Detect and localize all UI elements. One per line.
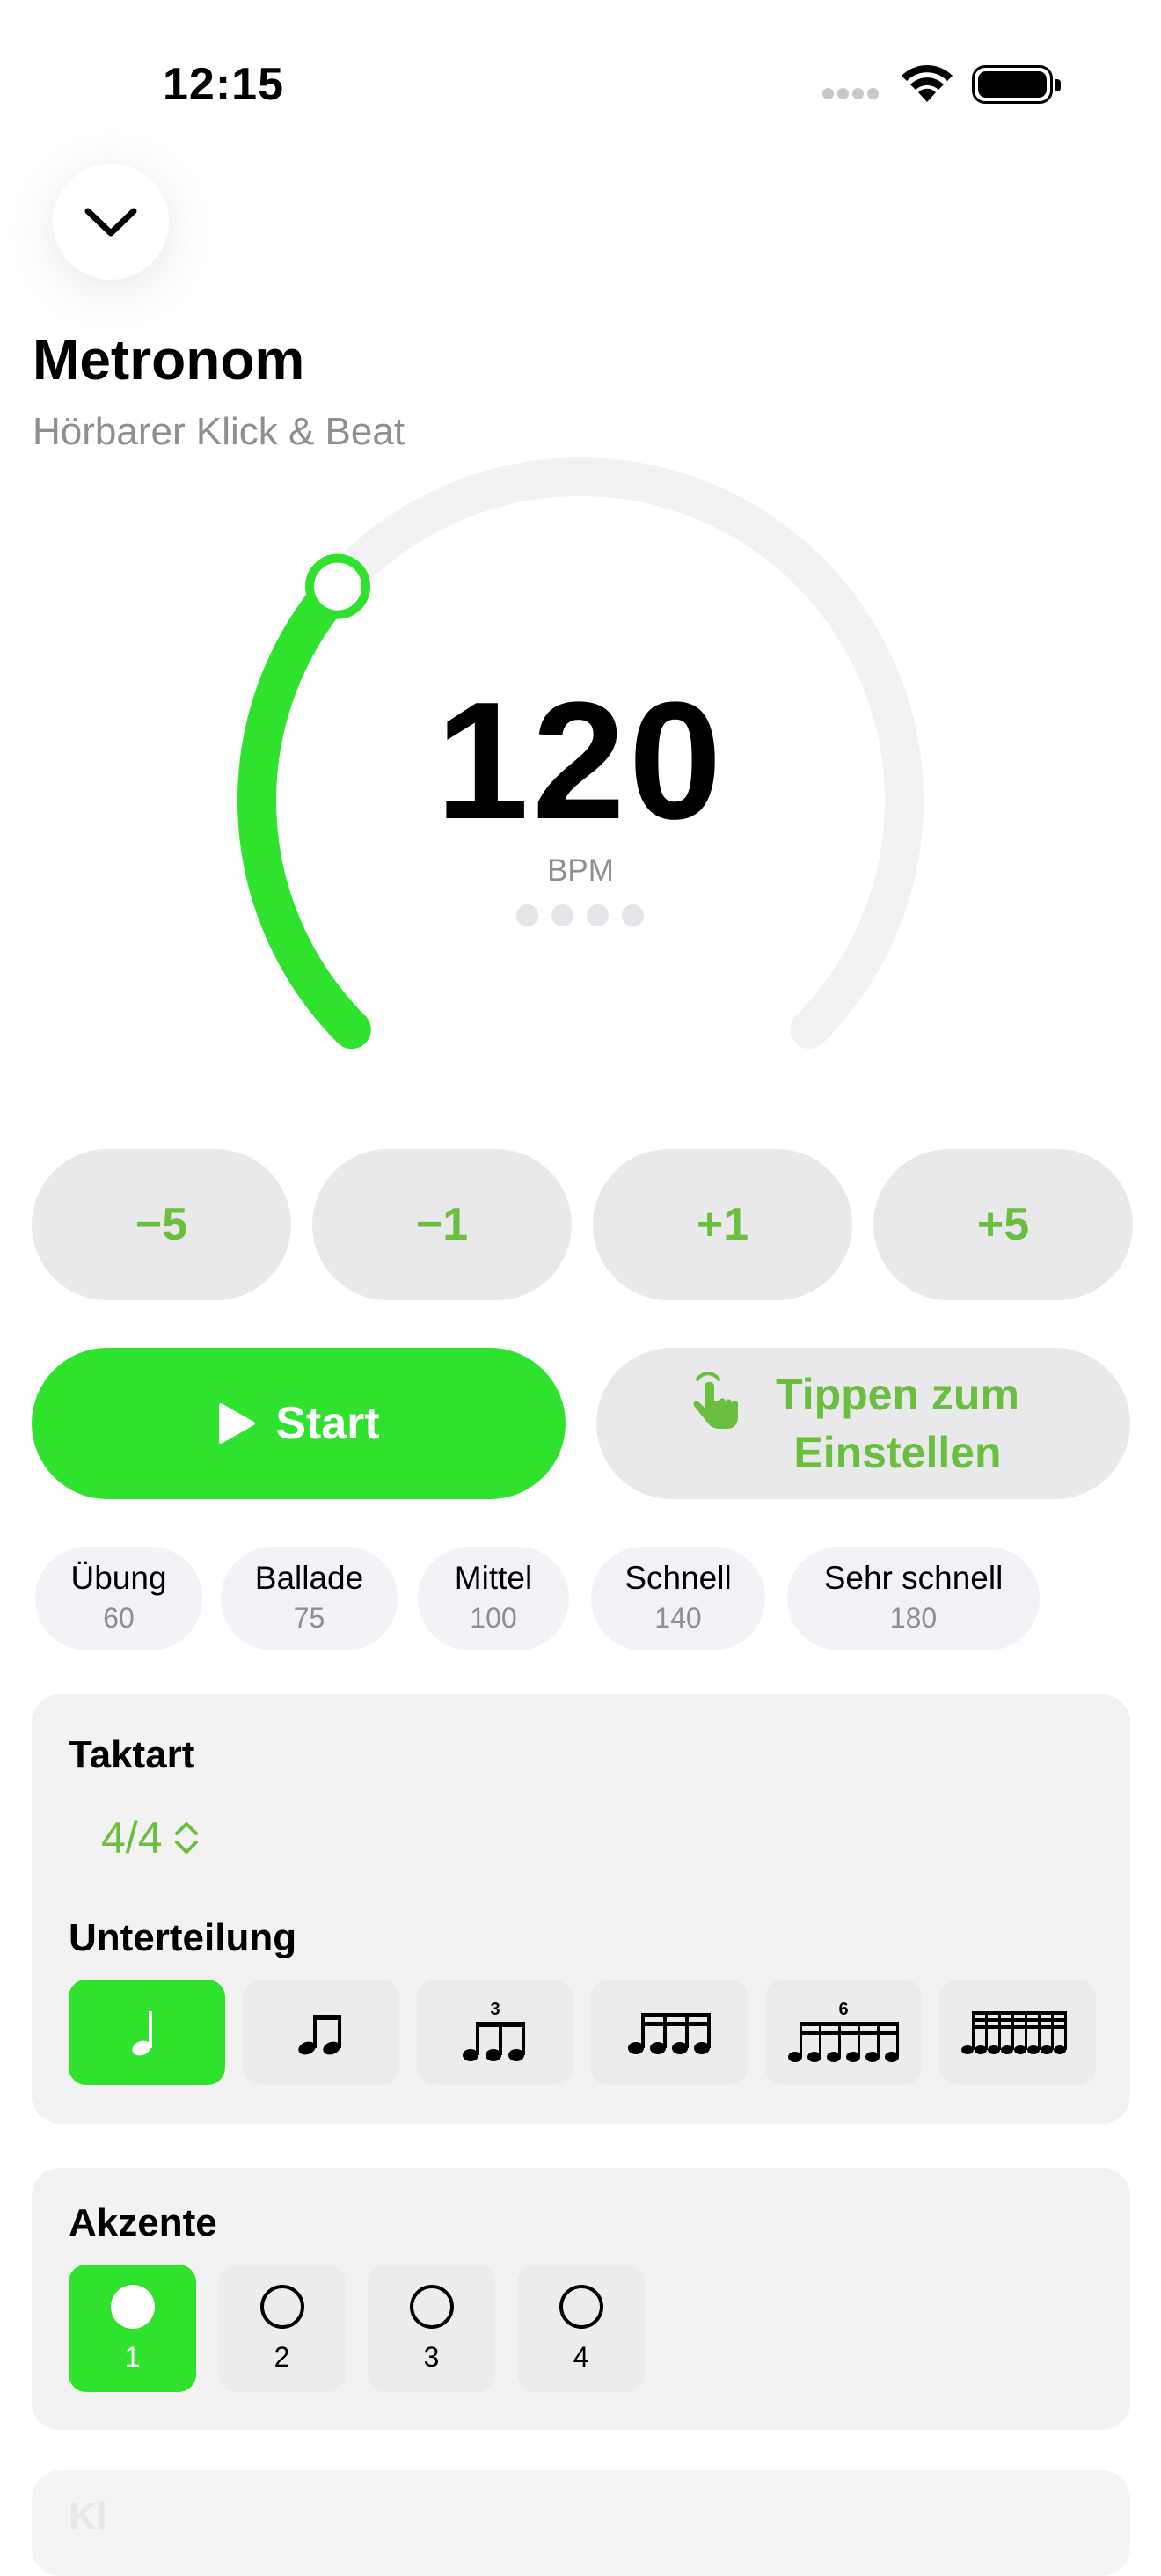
plus-1-button[interactable]: +1 xyxy=(593,1149,852,1300)
preset-name: Schnell xyxy=(624,1560,732,1596)
play-icon xyxy=(219,1403,256,1444)
accent-number: 3 xyxy=(423,2341,440,2373)
status-time: 12:15 xyxy=(163,59,284,110)
preset-mittel[interactable]: Mittel 100 xyxy=(418,1547,569,1650)
chevron-down-icon xyxy=(84,208,137,237)
preset-bpm: 100 xyxy=(470,1602,517,1634)
sound-title: Kl xyxy=(69,2495,107,2538)
accent-selector: 1 2 3 4 xyxy=(69,2265,645,2392)
accent-empty-circle-icon xyxy=(259,2285,304,2329)
subdivision-eighth[interactable] xyxy=(243,1980,399,2085)
subdivision-triplet[interactable]: 3 xyxy=(417,1980,573,2085)
dial-knob xyxy=(305,553,370,619)
collapse-button[interactable] xyxy=(53,164,169,280)
preset-name: Übung xyxy=(70,1560,167,1596)
preset-bpm: 60 xyxy=(103,1602,135,1634)
accent-number: 1 xyxy=(124,2341,141,2373)
start-button[interactable]: Start xyxy=(32,1348,566,1499)
preset-name: Mittel xyxy=(454,1560,533,1596)
preset-bpm: 140 xyxy=(654,1602,702,1634)
page-title: Metronom xyxy=(33,328,305,392)
thirty-second-notes-icon xyxy=(961,2011,1067,2054)
tap-tempo-button[interactable]: Tippen zum Einstellen xyxy=(596,1348,1130,1499)
subdivision-quarter[interactable] xyxy=(69,1980,225,2085)
battery-icon xyxy=(972,65,1061,104)
cellular-signal-icon xyxy=(822,88,882,104)
meter-value: 4/4 xyxy=(101,1813,163,1862)
dial-progress xyxy=(237,567,371,1050)
subdivision-sextuplet[interactable]: 6 xyxy=(765,1980,922,2085)
eighth-notes-icon xyxy=(298,2015,341,2055)
quarter-note-icon xyxy=(132,2011,152,2056)
beat-dot xyxy=(587,904,609,926)
beat-dot xyxy=(516,904,538,926)
plus-5-button[interactable]: +5 xyxy=(873,1149,1133,1300)
preset-sehr-schnell[interactable]: Sehr schnell 180 xyxy=(787,1547,1040,1650)
sixteenth-notes-icon xyxy=(628,2013,711,2054)
bpm-value: 120 xyxy=(435,668,726,854)
triplet-number: 3 xyxy=(490,2000,500,2019)
up-down-chevron-icon xyxy=(174,1822,198,1854)
start-label: Start xyxy=(275,1398,380,1449)
tap-hand-icon xyxy=(693,1372,738,1429)
meter-select[interactable]: 4/4 xyxy=(101,1812,200,1863)
accents-title: Akzente xyxy=(69,2201,217,2244)
wifi-icon xyxy=(900,63,954,108)
accent-filled-circle-icon xyxy=(110,2285,155,2329)
preset-uebung[interactable]: Übung 60 xyxy=(35,1547,202,1650)
sound-card xyxy=(32,2470,1130,2576)
preset-bpm: 180 xyxy=(889,1602,938,1634)
subdivision-sixteenth[interactable] xyxy=(591,1980,748,2085)
preset-name: Ballade xyxy=(254,1560,364,1596)
subdivision-thirty-second[interactable] xyxy=(939,1980,1096,2085)
bpm-label: BPM xyxy=(547,853,614,888)
accent-number: 2 xyxy=(274,2341,290,2373)
subdivision-selector: 3 6 xyxy=(69,1980,1096,2085)
preset-schnell[interactable]: Schnell 140 xyxy=(591,1547,765,1650)
accent-beat-3[interactable]: 3 xyxy=(368,2265,495,2392)
beat-indicator xyxy=(516,904,644,926)
beat-dot xyxy=(551,904,573,926)
sextuplet-number: 6 xyxy=(838,2000,848,2019)
sextuplet-notes-icon: 6 xyxy=(788,2000,899,2062)
accent-number: 4 xyxy=(573,2341,589,2373)
page-subtitle: Hörbarer Klick & Beat xyxy=(33,410,405,453)
preset-bpm: 75 xyxy=(293,1602,325,1634)
minus-1-button[interactable]: −1 xyxy=(312,1149,572,1300)
subdivision-title: Unterteilung xyxy=(69,1916,297,1959)
minus-5-button[interactable]: −5 xyxy=(32,1149,291,1300)
accent-beat-2[interactable]: 2 xyxy=(218,2265,346,2392)
beat-dot xyxy=(622,904,644,926)
triplet-notes-icon: 3 xyxy=(463,2000,525,2061)
accent-empty-circle-icon xyxy=(409,2285,454,2329)
preset-ballade[interactable]: Ballade 75 xyxy=(221,1547,398,1650)
accent-beat-4[interactable]: 4 xyxy=(517,2265,645,2392)
accent-beat-1[interactable]: 1 xyxy=(69,2265,196,2392)
tap-label: Tippen zum Einstellen xyxy=(776,1370,1019,1477)
bpm-step-buttons: −5 −1 +1 +5 xyxy=(32,1149,1133,1300)
accent-empty-circle-icon xyxy=(559,2285,603,2329)
preset-name: Sehr schnell xyxy=(823,1560,1004,1596)
meter-title: Taktart xyxy=(69,1733,195,1776)
